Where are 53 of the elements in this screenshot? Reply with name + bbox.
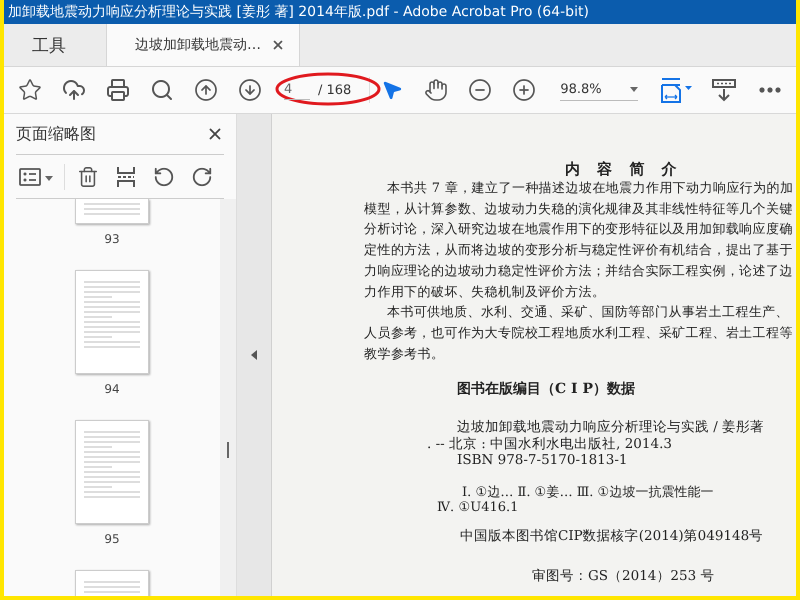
rotate-left-icon bbox=[153, 166, 175, 188]
caret-icon bbox=[630, 87, 638, 92]
page-number: 94 bbox=[104, 382, 120, 396]
section-heading: 内 容 简 介 bbox=[565, 159, 683, 179]
plus-icon bbox=[512, 78, 536, 102]
minus-icon bbox=[468, 78, 492, 102]
close-icon[interactable] bbox=[271, 38, 285, 52]
search-icon bbox=[150, 78, 174, 102]
pointer-icon bbox=[381, 79, 404, 101]
paragraph-line: 分析讨论，深入研究边坡在地震作用下的变形特征以及用加卸载响应度确 bbox=[364, 221, 793, 240]
scrollbar[interactable] bbox=[220, 199, 236, 596]
tab[interactable]: 边坡加卸载地震动… bbox=[107, 24, 300, 66]
list-icon bbox=[19, 168, 41, 186]
paragraph-line: 定性的方法，从而将边坡的变形分析与稳定性评价有机结合，提出了基于 bbox=[364, 242, 793, 260]
zoom-dropdown[interactable]: 98.8% bbox=[560, 79, 638, 101]
page-thumbnail[interactable] bbox=[75, 420, 149, 524]
classification-line: Ⅳ. ①U416.1 bbox=[437, 500, 518, 515]
paragraph-line: 力作用下的破坏、失稳机制及评价方法。 bbox=[364, 284, 606, 302]
trash-icon bbox=[77, 166, 99, 188]
catalog-entry: ISBN 978-7-5170-1813-1 bbox=[457, 452, 628, 469]
more-icon bbox=[759, 87, 782, 93]
insert-page-icon bbox=[116, 166, 136, 188]
collapse-arrow-icon[interactable] bbox=[251, 350, 257, 360]
page-number: 93 bbox=[104, 232, 120, 246]
rotate-right-icon bbox=[191, 166, 213, 188]
star-icon bbox=[18, 78, 42, 102]
cip-heading: 图书在版编目（C I P）数据 bbox=[457, 380, 635, 400]
keyboard-down-icon bbox=[711, 77, 738, 103]
map-approval-number: 审图号：GS（2014）253 号 bbox=[532, 566, 714, 585]
catalog-entry: . -- 北京 : 中国水利水电出版社, 2014.3 bbox=[427, 436, 672, 452]
page-thumbnail[interactable] bbox=[75, 199, 149, 224]
paragraph-line: 人员参考，也可作为大专院校工程地质水利工程、采矿工程、岩土工程等 bbox=[364, 324, 793, 343]
page-number-field[interactable]: 4 bbox=[284, 80, 310, 100]
catalog-entry: 边坡加卸载地震动力响应分析理论与实践 / 姜彤著 bbox=[457, 419, 764, 436]
paragraph-line: 本书共 7 章，建立了一种描述边坡在地震力作用下动力响应行为的加 bbox=[387, 180, 794, 198]
window-title: 加卸载地震动力响应分析理论与实践 [姜彤 著] 2014年版.pdf - Adobe Acrobat Pro (64-bit) bbox=[8, 3, 589, 21]
fit-page-icon bbox=[659, 76, 694, 104]
hand-icon bbox=[424, 78, 448, 102]
page-total: / 168 bbox=[318, 82, 352, 98]
page-thumbnail[interactable] bbox=[75, 270, 149, 374]
caret-icon bbox=[45, 176, 53, 181]
page-number: 95 bbox=[104, 532, 120, 546]
paragraph-line: 力响应理论的边坡动力稳定性评价方法；并结合实际工程实例，论述了边 bbox=[364, 262, 793, 281]
cloud-upload-icon bbox=[62, 78, 86, 102]
classification-line: Ⅰ. ①边… Ⅱ. ①姜… Ⅲ. ①边坡一抗震性能一 bbox=[462, 484, 714, 500]
cip-number: 中国版本图书馆CIP数据核字(2014)第049148号 bbox=[460, 526, 764, 545]
printer-icon bbox=[106, 78, 130, 102]
paragraph-line: 教学参考书。 bbox=[364, 346, 444, 364]
arrow-down-icon bbox=[238, 78, 262, 102]
arrow-up-icon bbox=[194, 78, 218, 102]
paragraph-line: 模型，从计算参数、边坡动力失稳的演化规律及其非线性特征等几个关键 bbox=[364, 200, 793, 219]
paragraph-line: 本书可供地质、水利、交通、采矿、国防等部门从事岩土工程生产、 bbox=[387, 304, 789, 322]
panel-title: 页面缩略图 bbox=[16, 124, 96, 144]
